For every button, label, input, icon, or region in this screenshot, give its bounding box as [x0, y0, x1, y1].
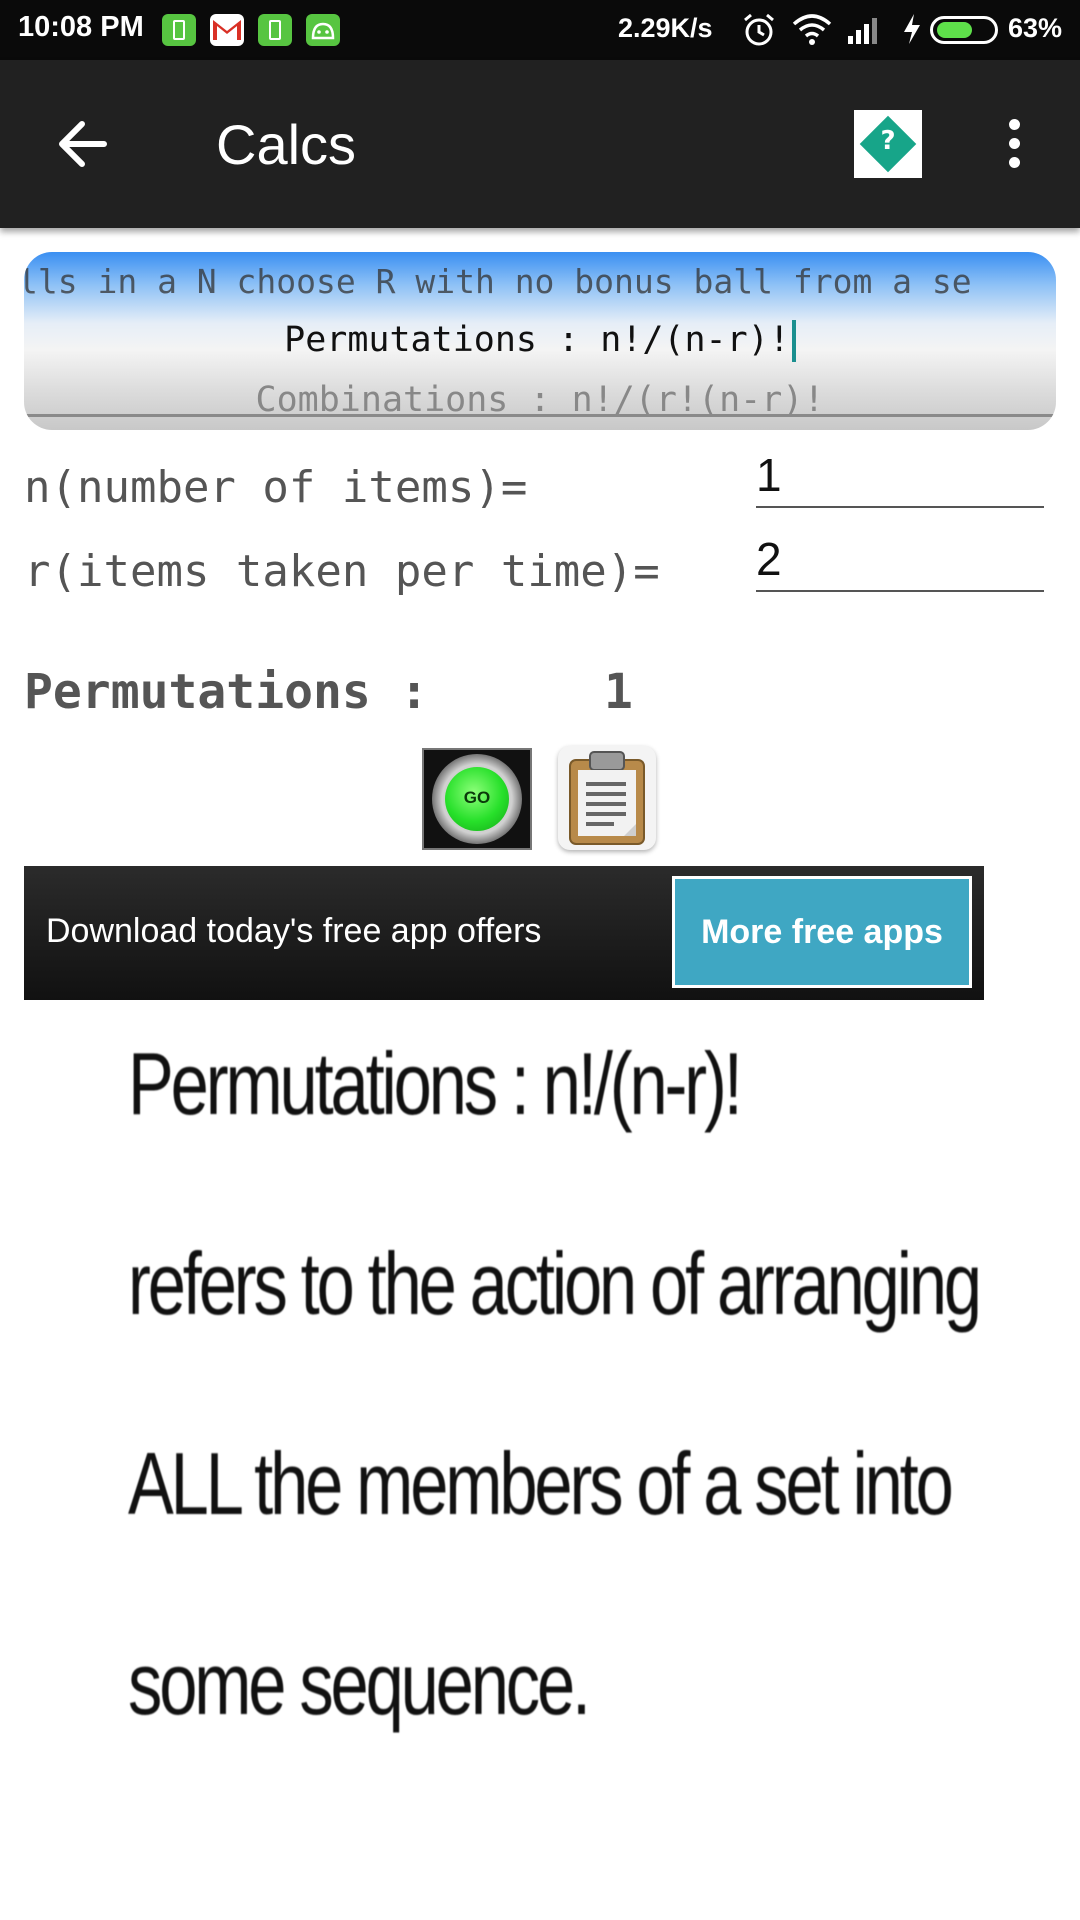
- wifi-icon: [792, 12, 832, 50]
- n-label: n(number of items)=: [24, 462, 528, 513]
- description-line: refers to the action of arranging: [128, 1234, 982, 1333]
- description-line: some sequence.: [128, 1634, 591, 1733]
- battery-notif-icon: [258, 14, 292, 46]
- gmail-icon: [210, 14, 244, 46]
- result-label: Permutations :: [24, 664, 429, 720]
- picker-item[interactable]: lls in a N choose R with no bonus ball f…: [24, 262, 1050, 301]
- text-cursor: [791, 320, 796, 362]
- arrow-left-icon[interactable]: [54, 116, 114, 172]
- clipboard-button[interactable]: [558, 746, 656, 850]
- signal-icon: [846, 12, 884, 50]
- description-line: ALL the members of a set into: [128, 1434, 954, 1533]
- battery-icon: [930, 16, 998, 44]
- more-free-apps-button[interactable]: More free apps: [672, 876, 972, 988]
- app-title: Calcs: [216, 113, 357, 176]
- status-time: 10:08 PM: [18, 11, 144, 43]
- result-value: 1: [604, 664, 633, 720]
- picker-divider: [24, 414, 1056, 417]
- more-vertical-icon[interactable]: [1004, 116, 1024, 172]
- help-glyph: ?: [880, 126, 896, 156]
- clipboard-icon: [569, 751, 645, 845]
- r-label: r(items taken per time)=: [24, 546, 660, 597]
- alarm-icon: [742, 12, 776, 52]
- android-icon: [306, 14, 340, 46]
- go-button-label: GO: [463, 788, 491, 807]
- battery-notif-icon: [162, 14, 196, 46]
- r-input[interactable]: 2: [756, 532, 1044, 592]
- help-diamond-icon[interactable]: ?: [854, 110, 922, 178]
- ad-banner[interactable]: Download today's free app offers More fr…: [24, 866, 984, 1000]
- picker-item-selected[interactable]: Permutations : n!/(n-r)!: [24, 320, 1056, 362]
- formula-picker[interactable]: lls in a N choose R with no bonus ball f…: [24, 252, 1056, 430]
- picker-selected-label: Permutations : n!/(n-r)!: [284, 320, 790, 360]
- charging-bolt-icon: [902, 12, 922, 50]
- app-bar: Calcs ?: [0, 60, 1080, 228]
- status-bar: 10:08 PM 2.29K/s 63%: [0, 0, 1080, 60]
- network-speed: 2.29K/s: [618, 13, 713, 43]
- ad-text: Download today's free app offers: [46, 912, 542, 950]
- battery-percent: 63%: [1008, 13, 1063, 43]
- go-button[interactable]: GO: [422, 748, 532, 850]
- n-input[interactable]: 1: [756, 448, 1044, 508]
- description-line: Permutations : n!/(n-r)!: [128, 1034, 743, 1133]
